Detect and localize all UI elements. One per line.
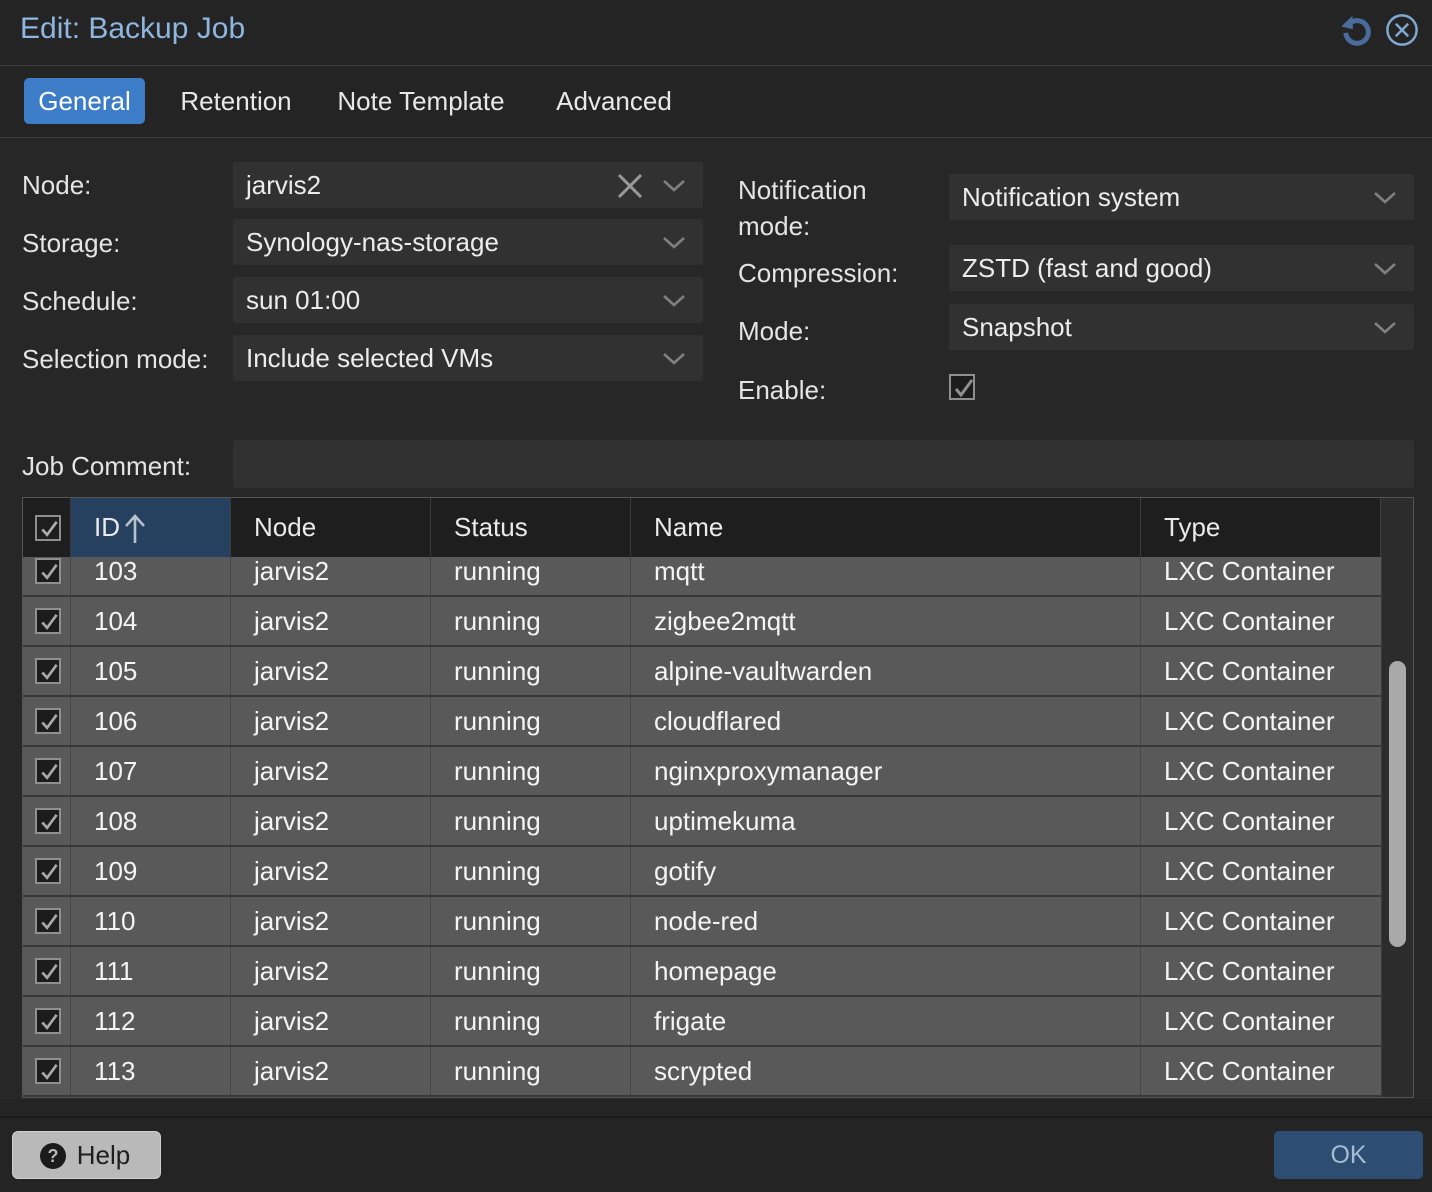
svg-text:?: ? xyxy=(48,1146,59,1166)
